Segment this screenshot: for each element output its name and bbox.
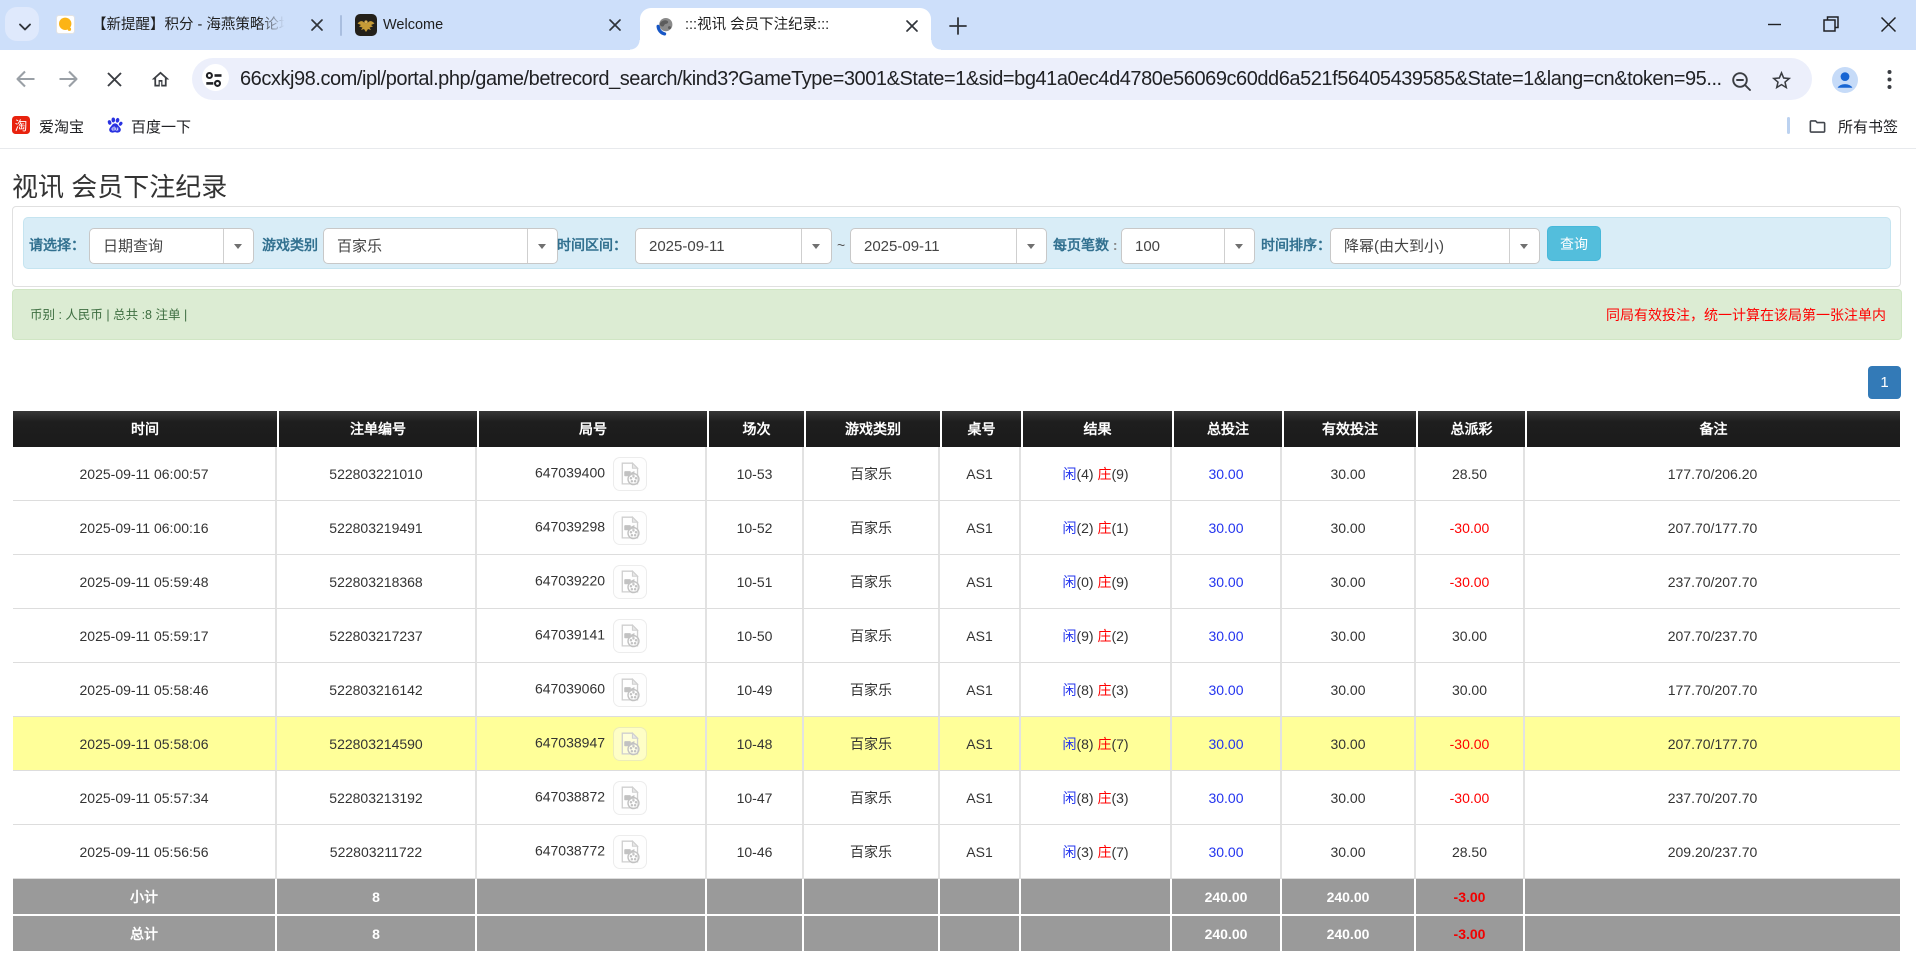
svg-text:du: du — [111, 127, 119, 133]
svg-text:淘: 淘 — [15, 119, 28, 133]
